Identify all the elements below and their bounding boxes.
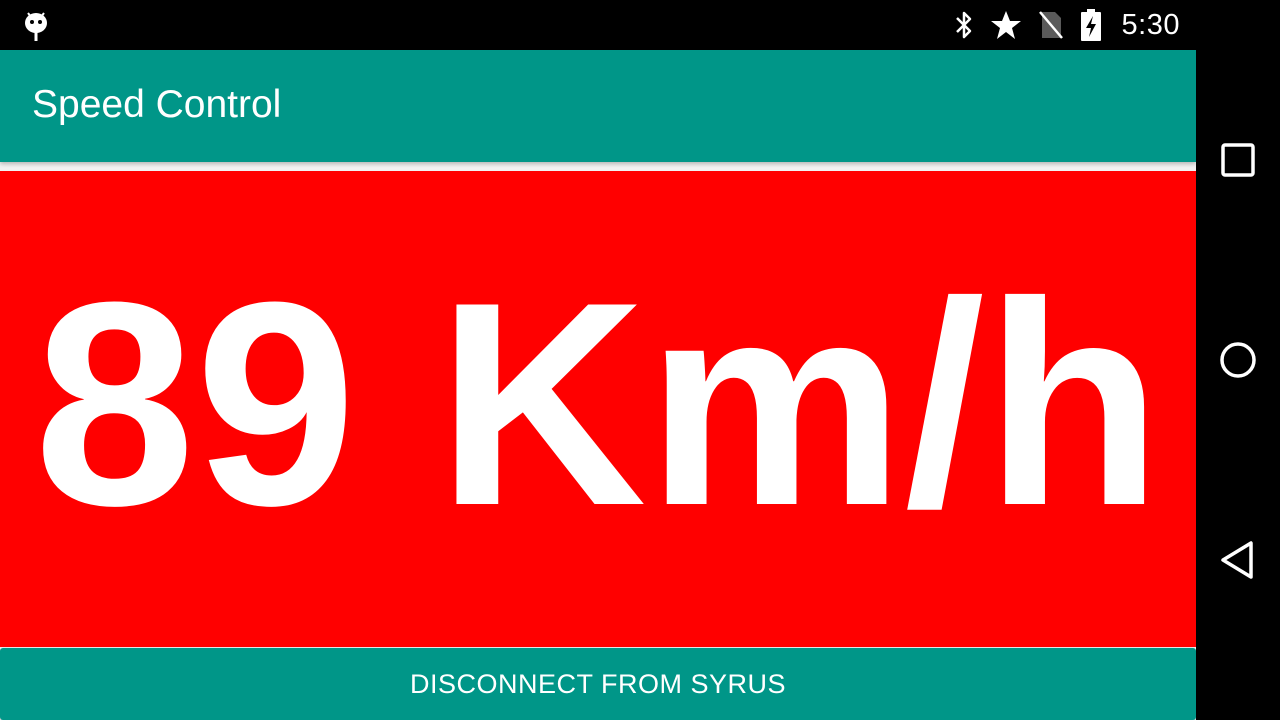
- status-icons: 5:30: [954, 0, 1180, 50]
- navigation-bar: [1196, 0, 1280, 720]
- status-time: 5:30: [1121, 8, 1180, 41]
- speed-panel: 89 Km/h: [0, 171, 1196, 647]
- device-screen: 5:30 Speed Control 89 Km/h DISCONNECT FR…: [0, 0, 1280, 720]
- app-content: Speed Control 89 Km/h DISCONNECT FROM SY…: [0, 50, 1196, 720]
- recents-icon[interactable]: [1208, 130, 1268, 190]
- back-icon[interactable]: [1208, 530, 1268, 590]
- android-debug-icon: [22, 9, 50, 43]
- star-icon: [990, 10, 1022, 40]
- speed-readout: 89 Km/h: [33, 242, 1163, 566]
- status-bar: 5:30: [0, 0, 1196, 50]
- disconnect-button[interactable]: DISCONNECT FROM SYRUS: [0, 648, 1196, 720]
- app-toolbar: Speed Control: [0, 50, 1196, 162]
- page-title: Speed Control: [32, 83, 282, 126]
- battery-charging-icon: [1080, 9, 1102, 41]
- home-icon[interactable]: [1208, 330, 1268, 390]
- no-sim-icon: [1038, 10, 1064, 40]
- bluetooth-icon: [954, 10, 974, 40]
